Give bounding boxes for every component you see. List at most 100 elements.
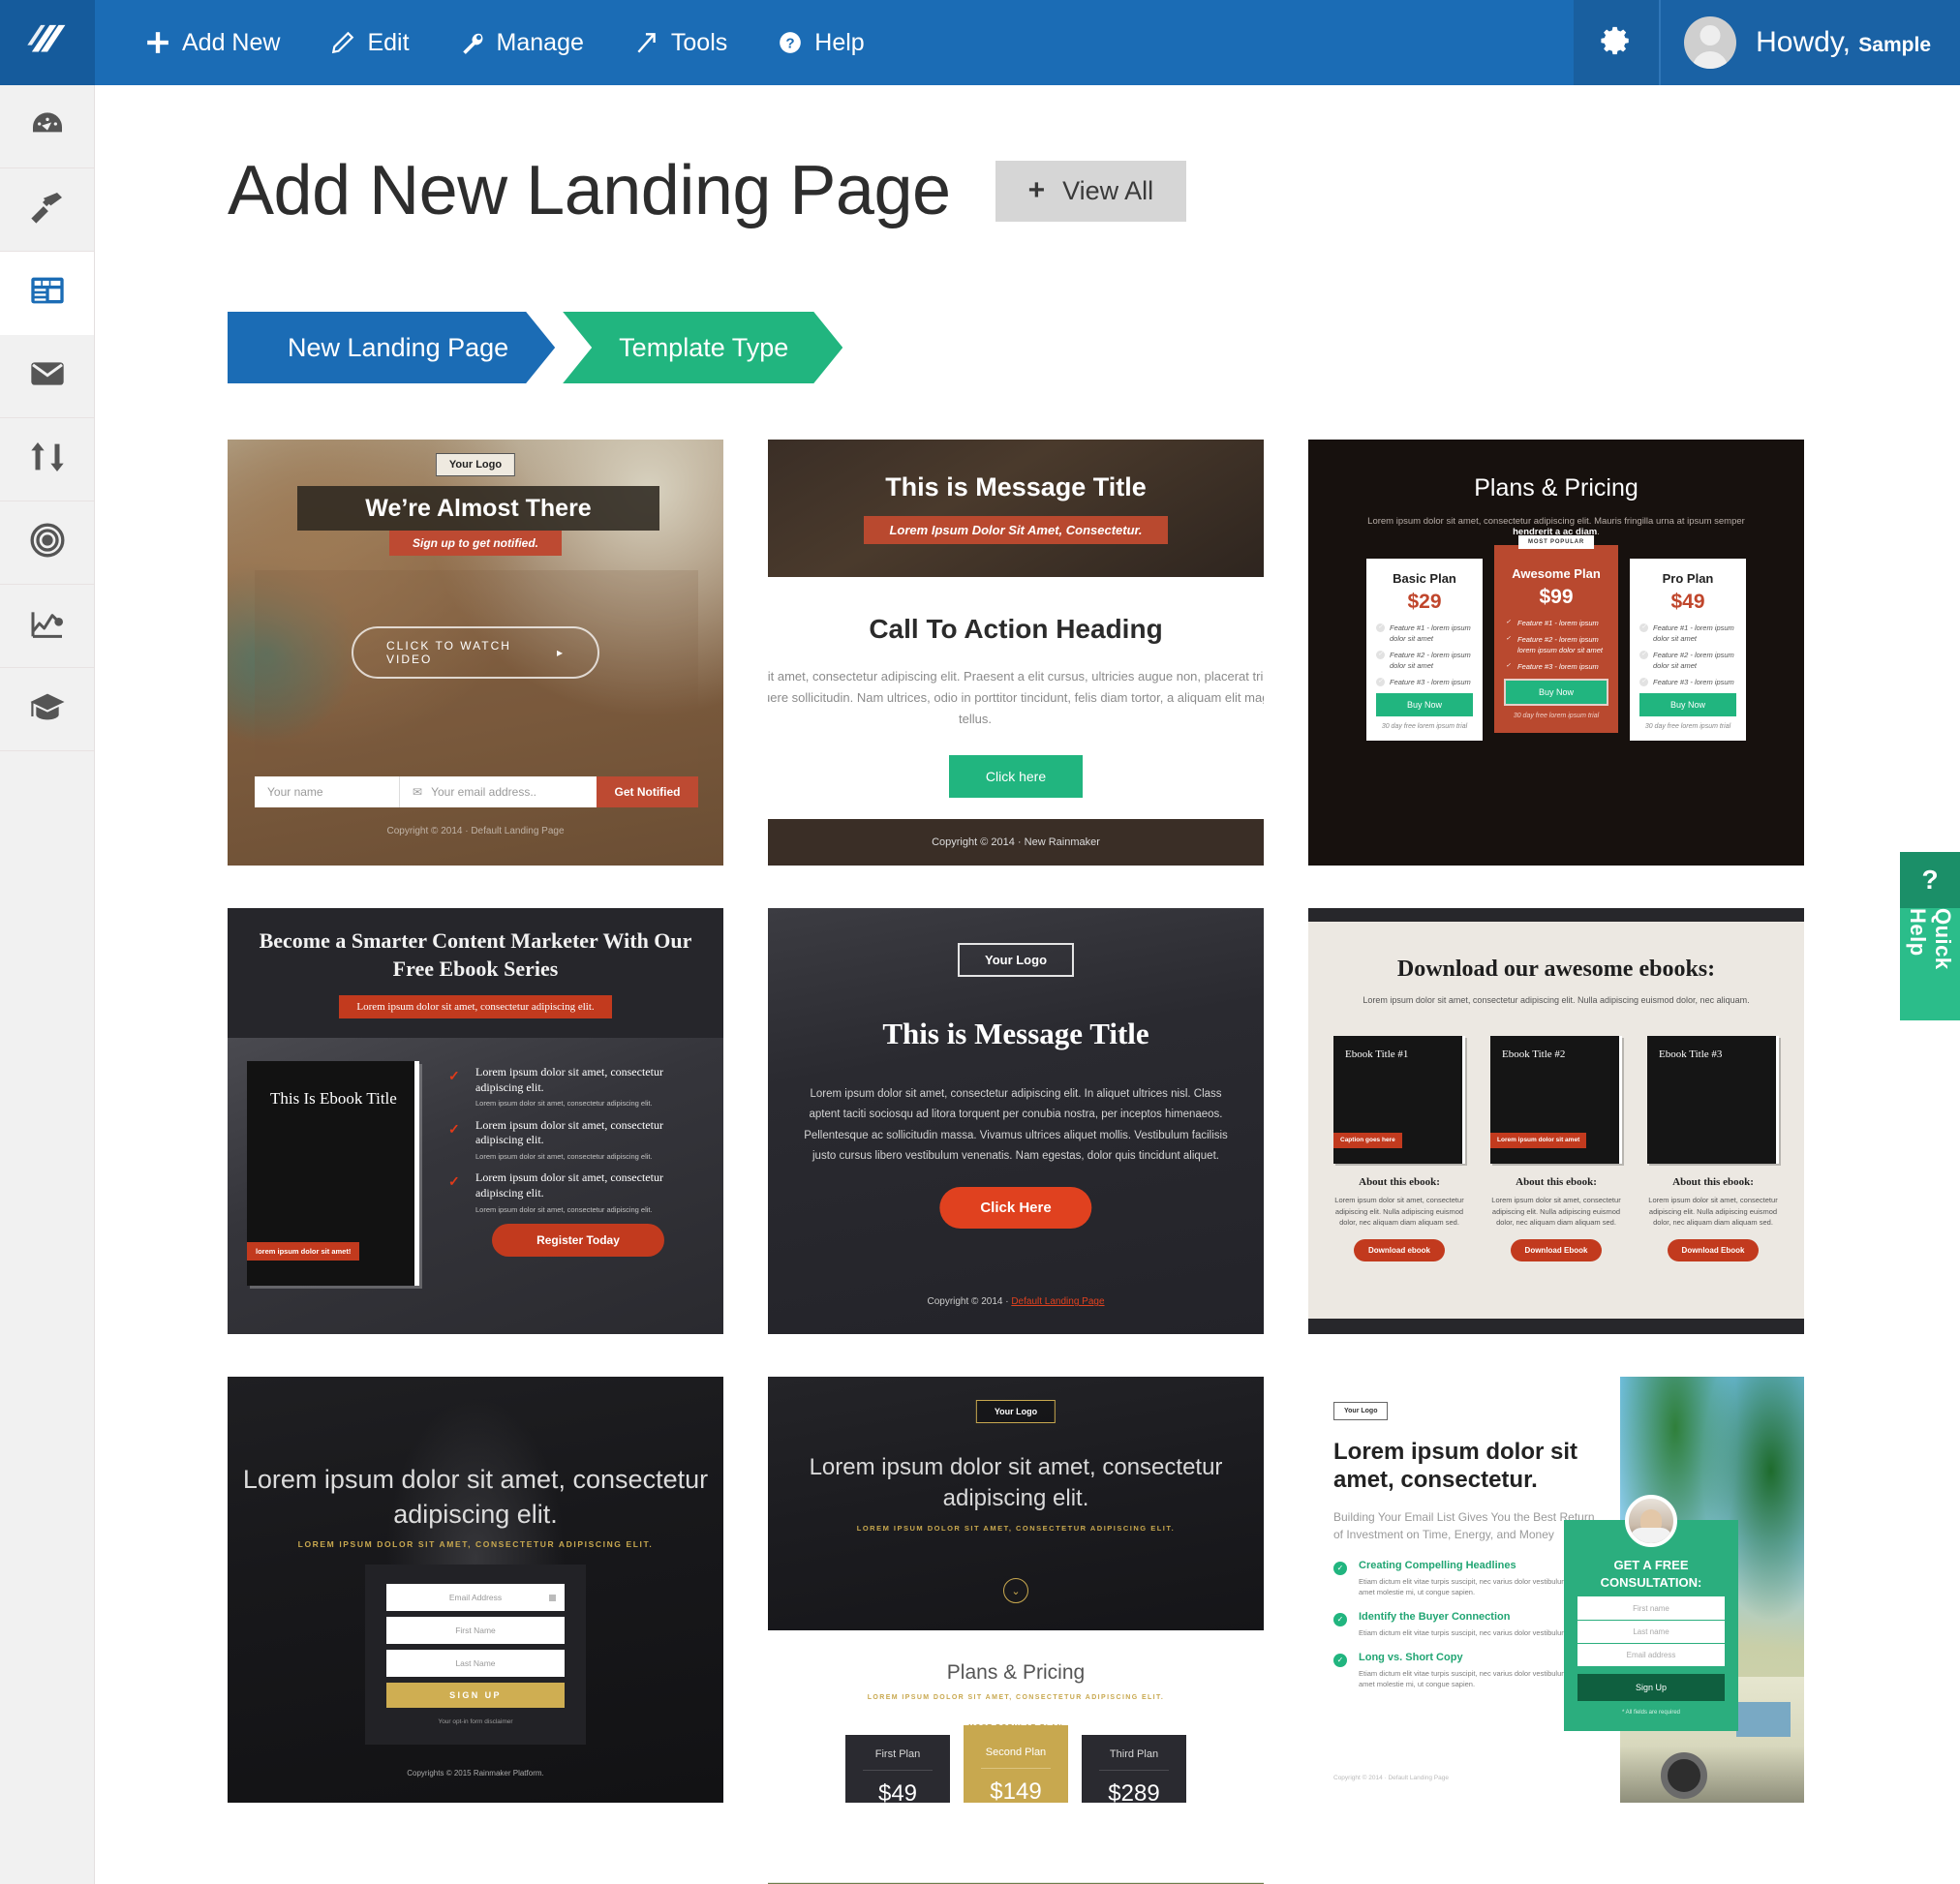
envelope-icon xyxy=(28,354,67,398)
template-headline: Lorem ipsum dolor sit amet, consectetur. xyxy=(1333,1439,1578,1494)
pencil-icon xyxy=(330,30,355,55)
pricing-columns: Basic Plan $29 Feature #1 - lorem ipsum … xyxy=(1347,535,1765,742)
nav-help[interactable]: ? Help xyxy=(752,0,889,85)
ebook-caption: Lorem ipsum dolor sit amet xyxy=(1490,1132,1587,1148)
cta-heading: Call To Action Heading xyxy=(869,614,1163,644)
list-item: ✓ Lorem ipsum dolor sit amet, consectetu… xyxy=(448,1065,708,1109)
sidebar-item-traffic[interactable] xyxy=(0,418,94,501)
template-card-peek[interactable] xyxy=(1308,1845,1804,1884)
template-headline: This is Message Title xyxy=(882,1017,1149,1050)
sidebar-item-design[interactable] xyxy=(0,168,94,252)
nav-add-new-label: Add New xyxy=(182,28,281,56)
template-card-message-title-cta[interactable]: This is Message Title Lorem Ipsum Dolor … xyxy=(768,440,1264,866)
feature-sub: Etiam dictum elit vitae turpis suscipit,… xyxy=(1359,1576,1594,1597)
nav-tools[interactable]: Tools xyxy=(609,0,752,85)
ebook-cover: This Is Ebook Title lorem ipsum dolor si… xyxy=(247,1061,419,1286)
watch-video-button: CLICK TO WATCH VIDEO ▸ xyxy=(352,626,599,679)
crumb-new-landing-page[interactable]: New Landing Page xyxy=(228,312,555,383)
chevron-down-icon: ⌄ xyxy=(1003,1578,1028,1603)
template-card-city-message-title[interactable]: Your Logo This is Message Title Lorem ip… xyxy=(768,908,1264,1334)
template-logo: Your Logo xyxy=(957,943,1075,977)
copyright-link: Default Landing Page xyxy=(1011,1296,1105,1307)
plan-price: $49 xyxy=(1670,591,1705,613)
avatar xyxy=(1625,1495,1677,1547)
copyright-prefix: Copyright © 2014 · xyxy=(927,1296,1012,1307)
plan-features: Feature #1 - lorem ipsum Feature #2 - lo… xyxy=(1504,619,1608,673)
template-card-ebook-series[interactable]: Become a Smarter Content Marketer With O… xyxy=(228,908,723,1334)
template-logo: Your Logo xyxy=(975,1400,1057,1423)
template-card-free-consultation[interactable]: Your Logo Lorem ipsum dolor sit amet, co… xyxy=(1308,1377,1804,1803)
settings-button[interactable] xyxy=(1574,0,1660,85)
nav-add-new[interactable]: Add New xyxy=(120,0,305,85)
template-card-almost-there[interactable]: Your Logo We’re Almost There Sign up to … xyxy=(228,440,723,866)
crumb-new-landing-page-label: New Landing Page xyxy=(288,332,509,362)
brand-logo-button[interactable] xyxy=(0,0,95,85)
last-name-field: Last name xyxy=(1577,1620,1725,1644)
watch-video-label: CLICK TO WATCH VIDEO xyxy=(386,639,511,666)
quick-help-label-button[interactable]: Quick Help xyxy=(1900,908,1960,1020)
template-copyright: Copyright © 2014 · Default Landing Page xyxy=(1333,1775,1449,1781)
plan-feature: Feature #2 - lorem ipsum lorem ipsum dol… xyxy=(1504,635,1608,656)
plan-name: First Plan xyxy=(874,1748,921,1760)
plan-price: $49 xyxy=(877,1780,918,1803)
crumb-template-type-label: Template Type xyxy=(619,332,789,362)
sidebar-item-education[interactable] xyxy=(0,668,94,751)
template-headline: Become a Smarter Content Marketer With O… xyxy=(259,928,692,981)
ebook-cover: Ebook Title #3 xyxy=(1647,1036,1779,1164)
list-item: ✓ Long vs. Short Copy Etiam dictum elit … xyxy=(1333,1652,1599,1690)
wrench-icon xyxy=(460,30,485,55)
sidebar-item-landing-pages[interactable] xyxy=(0,252,94,335)
crumb-template-type[interactable]: Template Type xyxy=(563,312,842,383)
template-card-plans-pricing-dark[interactable]: Plans & Pricing Lorem ipsum dolor sit am… xyxy=(1308,440,1804,866)
avatar xyxy=(1684,16,1737,69)
template-card-peek[interactable] xyxy=(768,1845,1264,1884)
user-account-menu[interactable]: Howdy, Sample xyxy=(1659,0,1960,85)
template-headline: Lorem ipsum dolor sit amet, consectetur … xyxy=(809,1454,1223,1512)
email-placeholder: Your email address.. xyxy=(431,785,537,799)
nav-manage[interactable]: Manage xyxy=(435,0,609,85)
plan-features: Feature #1 - lorem ipsum dolor sit amet … xyxy=(1376,623,1473,687)
email-field: Email Address xyxy=(386,1584,565,1611)
template-logo: Your Logo xyxy=(1333,1402,1389,1420)
paint-roller-icon xyxy=(28,188,67,231)
nav-help-label: Help xyxy=(814,28,865,56)
template-hero: This is Message Title Lorem Ipsum Dolor … xyxy=(768,440,1264,577)
bottom-bar-strip xyxy=(1308,1319,1804,1334)
view-all-button[interactable]: + View All xyxy=(995,160,1187,222)
ebook-title: Ebook Title #1 xyxy=(1345,1048,1409,1060)
plan-card-second: Second Plan $149 xyxy=(964,1725,1068,1803)
sidebar-item-goals[interactable] xyxy=(0,501,94,585)
sidebar-item-analytics[interactable] xyxy=(0,585,94,668)
template-badge: Lorem Ipsum Dolor Sit Amet, Consectetur. xyxy=(864,516,1168,544)
howdy-username: Sample xyxy=(1858,34,1931,56)
quick-help-question-button[interactable]: ? xyxy=(1900,852,1960,908)
howdy-text: Howdy, Sample xyxy=(1756,26,1931,59)
benefit-sub: Lorem ipsum dolor sit amet, consectetur … xyxy=(475,1099,653,1109)
graduation-cap-icon xyxy=(28,687,67,731)
ebook-columns: Ebook Title #1 Caption goes here About t… xyxy=(1333,1036,1779,1261)
plan-name: Third Plan xyxy=(1109,1748,1159,1760)
ebook-caption: lorem ipsum dolor sit amet! xyxy=(247,1242,360,1261)
template-card-dark-plans[interactable]: Your Logo Lorem ipsum dolor sit amet, co… xyxy=(768,1377,1264,1803)
plan-feature: Feature #1 - lorem ipsum dolor sit amet xyxy=(1639,623,1736,645)
feature-list: ✓ Creating Compelling Headlines Etiam di… xyxy=(1333,1560,1599,1690)
template-card-dark-signup[interactable]: Lorem ipsum dolor sit amet, consectetur … xyxy=(228,1377,723,1803)
sidebar-item-email[interactable] xyxy=(0,335,94,418)
plan-features: Feature #1 - lorem ipsum dolor sit amet … xyxy=(1639,623,1736,687)
plus-icon: + xyxy=(1027,174,1046,206)
benefit-sub: Lorem ipsum dolor sit amet, consectetur … xyxy=(475,1151,653,1161)
template-headline: This is Message Title xyxy=(885,472,1147,501)
plans-kicker: LOREM IPSUM DOLOR SIT AMET, CONSECTETUR … xyxy=(867,1694,1165,1701)
up-down-arrows-icon xyxy=(28,438,67,481)
envelope-icon: ✉ xyxy=(413,785,423,799)
pricing-card-pro: Pro Plan $49 Feature #1 - lorem ipsum do… xyxy=(1630,559,1746,742)
template-card-peek[interactable] xyxy=(228,1845,723,1884)
template-card-download-ebooks[interactable]: Download our awesome ebooks: Lorem ipsum… xyxy=(1308,908,1804,1334)
ebook-column: Ebook Title #3 About this ebook: Lorem i… xyxy=(1647,1036,1779,1261)
about-desc: Lorem ipsum dolor sit amet, consectetur … xyxy=(1334,1196,1464,1228)
sidebar-item-dashboard[interactable] xyxy=(0,85,94,168)
plus-icon xyxy=(145,30,170,55)
template-headline: Download our awesome ebooks: xyxy=(1396,957,1716,982)
nav-edit[interactable]: Edit xyxy=(305,0,434,85)
template-body: This Is Ebook Title lorem ipsum dolor si… xyxy=(228,1038,723,1334)
